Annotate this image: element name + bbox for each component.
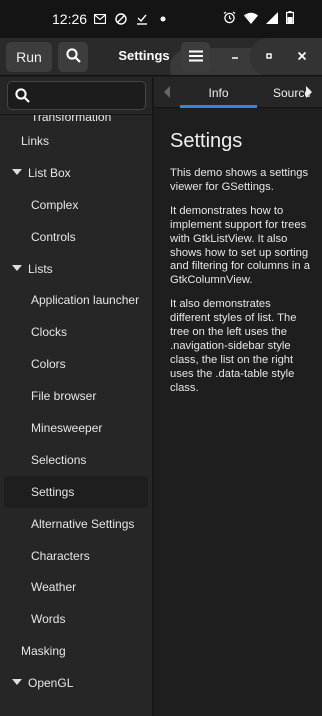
- list-item[interactable]: Characters: [0, 540, 152, 572]
- info-paragraph: This demo shows a settings viewer for GS…: [170, 167, 309, 193]
- maximize-icon: [264, 48, 274, 66]
- list-item[interactable]: Application launcher: [0, 284, 152, 316]
- info-paragraph: It also demonstrates different styles of…: [170, 298, 297, 394]
- alarm-icon: [223, 11, 236, 29]
- search-icon: [15, 88, 30, 108]
- list-item[interactable]: List Box: [0, 157, 152, 189]
- signal-icon: [266, 11, 278, 29]
- maximize-button[interactable]: [259, 47, 279, 67]
- expander-down-icon[interactable]: [12, 679, 22, 686]
- dot-icon: [156, 12, 170, 26]
- window-title: Settings: [118, 48, 170, 63]
- list-item-label: Clocks: [31, 325, 68, 340]
- list-item[interactable]: Links: [0, 125, 152, 157]
- search-icon: [65, 48, 81, 66]
- divider: [0, 114, 152, 115]
- battery-icon: [286, 11, 295, 29]
- content-pane: Info Source Settings This demo shows a s…: [154, 77, 322, 716]
- tab-scroll-right-icon[interactable]: [306, 86, 312, 98]
- list-item[interactable]: Clocks: [0, 316, 152, 348]
- list-item-label: Minesweeper: [31, 420, 103, 435]
- list-item-selected[interactable]: Settings: [4, 475, 148, 508]
- expander-down-icon[interactable]: [12, 264, 22, 271]
- page-title: Settings: [170, 130, 243, 152]
- list-item[interactable]: Minesweeper: [0, 412, 152, 444]
- list-item[interactable]: Words: [0, 603, 152, 635]
- list-item-label: Controls: [31, 229, 76, 244]
- download-done-icon: [135, 12, 149, 26]
- list-item-label: Complex: [31, 197, 79, 212]
- status-bar: 12:26: [0, 0, 322, 38]
- list-item-label: Links: [21, 133, 50, 148]
- minimize-icon: [230, 48, 240, 66]
- sidebar: Transformation Links List Box Complex Co…: [0, 77, 153, 716]
- list-item-label: Words: [31, 612, 66, 627]
- list-item[interactable]: Complex: [0, 189, 152, 221]
- close-icon: [297, 48, 307, 66]
- tab-source[interactable]: Source: [232, 77, 311, 108]
- tab-scroll-left-icon[interactable]: [164, 86, 170, 98]
- run-button[interactable]: Run: [6, 42, 52, 72]
- menu-button[interactable]: [181, 42, 210, 72]
- do-not-disturb-icon: [114, 12, 128, 26]
- list-item-label: Application launcher: [31, 293, 140, 308]
- info-document: Settings This demo shows a settings view…: [170, 130, 310, 406]
- list-item-label: List Box: [28, 165, 71, 180]
- header-bar: Run Settings: [0, 38, 322, 76]
- mail-icon: [93, 12, 107, 26]
- close-button[interactable]: [292, 47, 312, 67]
- list-item-label: Colors: [31, 357, 66, 372]
- tab-label: Info: [208, 85, 229, 100]
- wifi-icon: [244, 11, 258, 29]
- list-item[interactable]: Controls: [0, 221, 152, 253]
- list-item-label: Weather: [31, 580, 77, 595]
- list-item-label: File browser: [31, 389, 97, 404]
- expander-down-icon[interactable]: [12, 168, 22, 175]
- demo-list[interactable]: Transformation Links List Box Complex Co…: [0, 103, 152, 699]
- status-time: 12:26: [52, 11, 88, 27]
- status-right-icons: [223, 11, 295, 29]
- list-item[interactable]: File browser: [0, 380, 152, 412]
- list-item-label: OpenGL: [28, 676, 74, 691]
- list-item-label: Settings: [31, 484, 75, 499]
- minimize-button[interactable]: [225, 47, 245, 67]
- list-item[interactable]: Colors: [0, 348, 152, 380]
- list-item[interactable]: Alternative Settings: [0, 508, 152, 540]
- list-item[interactable]: Lists: [0, 253, 152, 285]
- info-paragraph: It demonstrates how to implement support…: [170, 204, 310, 287]
- list-item[interactable]: Weather: [0, 571, 152, 603]
- list-item[interactable]: Selections: [0, 444, 152, 476]
- search-area: [0, 77, 152, 114]
- list-item-label: Characters: [31, 548, 90, 563]
- tab-bar: Info Source: [154, 77, 322, 108]
- list-item[interactable]: OpenGL: [0, 667, 152, 699]
- list-item-label: Selections: [31, 452, 87, 467]
- list-item-label: Alternative Settings: [31, 516, 135, 531]
- search-button[interactable]: [58, 42, 88, 72]
- list-item[interactable]: Masking: [0, 635, 152, 667]
- hamburger-menu-icon: [188, 49, 203, 65]
- list-item-label: Masking: [21, 644, 66, 659]
- search-input[interactable]: [7, 81, 146, 110]
- list-item-label: Lists: [28, 261, 53, 276]
